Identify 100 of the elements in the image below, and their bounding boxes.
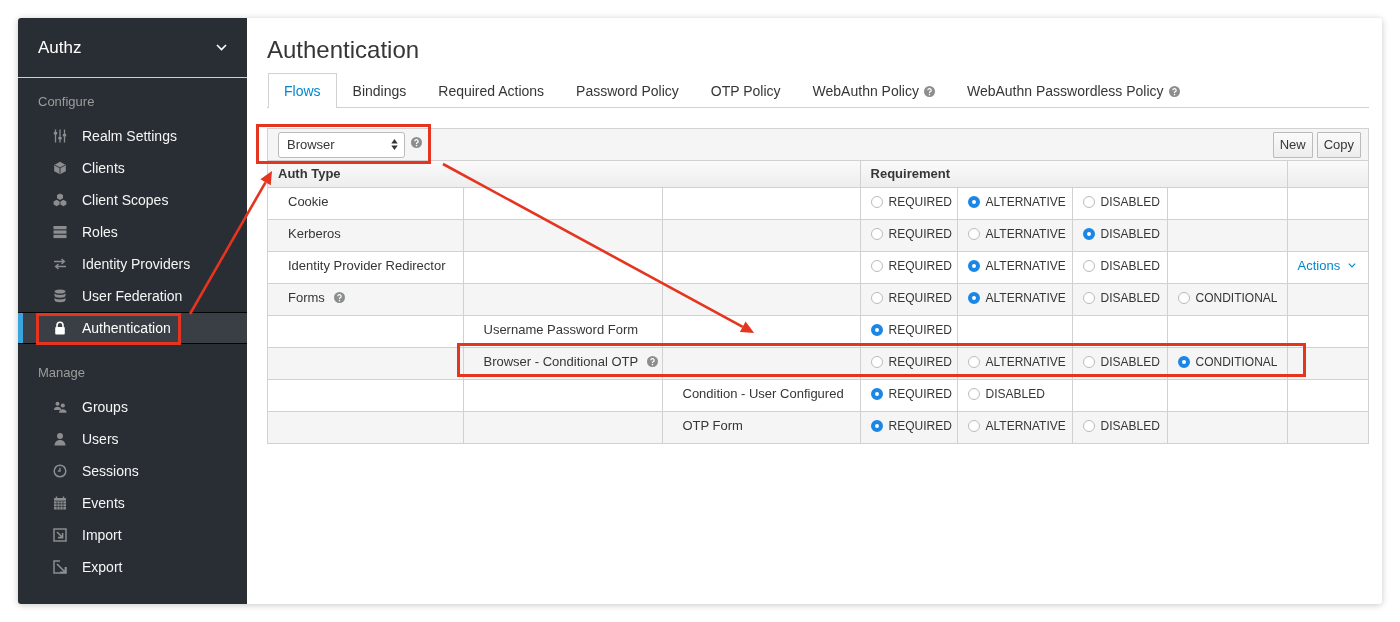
tab[interactable]: Required Actions <box>422 73 561 108</box>
sidebar-item[interactable]: Sessions <box>18 455 247 487</box>
sidebar-item[interactable]: Client Scopes <box>18 184 247 216</box>
sidebar-item[interactable]: Users <box>18 423 247 455</box>
radio-button[interactable] <box>1082 195 1095 208</box>
section-heading: Manage <box>37 364 86 382</box>
radio-label: REQUIRED <box>888 386 952 401</box>
tab[interactable]: OTP Policy <box>694 73 797 108</box>
radio-button[interactable] <box>870 355 883 368</box>
flow-select[interactable]: Browser <box>278 131 405 158</box>
radio-label: DISABLED <box>1100 194 1160 209</box>
section-heading: Configure <box>37 93 96 111</box>
toolbar-button[interactable]: Copy <box>1316 131 1361 158</box>
database-icon <box>53 289 67 303</box>
help-icon[interactable] <box>1168 85 1180 97</box>
radio-label: DISABLED <box>1100 290 1160 305</box>
radio-button[interactable] <box>1177 355 1190 368</box>
radio-label: ALTERNATIVE <box>985 194 1066 209</box>
sidebar-item[interactable]: Clients <box>18 152 247 184</box>
radio-button[interactable] <box>870 387 883 400</box>
radio-button[interactable] <box>870 419 883 432</box>
help-icon[interactable] <box>411 136 422 148</box>
sidebar-item[interactable]: Roles <box>18 216 247 248</box>
radio-button[interactable] <box>1082 259 1095 272</box>
tab[interactable]: Bindings <box>336 73 423 108</box>
radio-button[interactable] <box>870 195 883 208</box>
help-icon[interactable] <box>333 291 345 303</box>
flow-step-name: Kerberos <box>288 225 341 241</box>
radio-label: ALTERNATIVE <box>985 354 1066 369</box>
radio-label: REQUIRED <box>888 418 952 433</box>
radio-label: REQUIRED <box>888 322 952 337</box>
flow-step-name: Browser - Conditional OTP <box>483 353 639 369</box>
sidebar-item[interactable]: User Federation <box>18 280 247 312</box>
radio-label: ALTERNATIVE <box>985 418 1066 433</box>
radio-button[interactable] <box>967 259 980 272</box>
stacked-bars-icon <box>53 225 67 239</box>
radio-label: CONDITIONAL <box>1195 354 1278 369</box>
radio-button[interactable] <box>967 355 980 368</box>
exchange-arrows-icon <box>53 257 67 271</box>
radio-button[interactable] <box>1082 291 1095 304</box>
radio-label: REQUIRED <box>888 354 952 369</box>
sidebar-item[interactable]: Import <box>18 519 247 551</box>
chevron-down-icon <box>1348 262 1357 268</box>
sidebar-item[interactable]: Realm Settings <box>18 120 247 152</box>
square-arrow-out-icon <box>53 560 67 574</box>
users-icon <box>53 400 67 414</box>
flow-step-name: Condition - User Configured <box>682 385 844 401</box>
realm-selector[interactable]: Authz <box>18 18 247 78</box>
flow-step-name: Forms <box>288 289 325 305</box>
clock-icon <box>53 464 67 478</box>
radio-button[interactable] <box>967 419 980 432</box>
help-icon[interactable] <box>923 85 935 97</box>
page-title: Authentication <box>267 35 420 65</box>
radio-button[interactable] <box>1177 291 1190 304</box>
sidebar-item[interactable]: Export <box>18 551 247 583</box>
radio-button[interactable] <box>1082 355 1095 368</box>
radio-label: REQUIRED <box>888 194 952 209</box>
radio-button[interactable] <box>1082 227 1095 240</box>
tab[interactable]: Password Policy <box>560 73 695 108</box>
radio-button[interactable] <box>967 291 980 304</box>
radio-label: DISABLED <box>985 386 1045 401</box>
radio-label: REQUIRED <box>888 258 952 273</box>
radio-label: DISABLED <box>1100 258 1160 273</box>
calendar-icon <box>53 496 67 510</box>
user-icon <box>53 432 67 446</box>
updown-caret-icon <box>391 139 398 150</box>
column-header: Requirement <box>860 161 1288 187</box>
radio-label: DISABLED <box>1100 354 1160 369</box>
radio-label: ALTERNATIVE <box>985 226 1066 241</box>
radio-label: ALTERNATIVE <box>985 290 1066 305</box>
sliders-icon <box>53 129 67 143</box>
radio-button[interactable] <box>870 259 883 272</box>
flow-step-name: Username Password Form <box>483 321 639 337</box>
radio-button[interactable] <box>967 195 980 208</box>
radio-label: CONDITIONAL <box>1195 290 1278 305</box>
cubes-icon <box>53 193 67 207</box>
radio-label: REQUIRED <box>888 226 952 241</box>
radio-label: DISABLED <box>1100 418 1160 433</box>
radio-label: ALTERNATIVE <box>985 258 1066 273</box>
flow-step-name: Cookie <box>288 193 329 209</box>
tab[interactable]: Flows <box>268 73 337 108</box>
sidebar-item[interactable]: Events <box>18 487 247 519</box>
radio-label: DISABLED <box>1100 226 1160 241</box>
flow-step-name: OTP Form <box>682 417 743 433</box>
toolbar-button[interactable]: New <box>1272 131 1313 158</box>
radio-label: REQUIRED <box>888 290 952 305</box>
radio-button[interactable] <box>870 227 883 240</box>
radio-button[interactable] <box>967 387 980 400</box>
radio-button[interactable] <box>870 323 883 336</box>
flow-step-name: Identity Provider Redirector <box>288 257 446 273</box>
radio-button[interactable] <box>967 227 980 240</box>
radio-button[interactable] <box>870 291 883 304</box>
cube-icon <box>53 161 67 175</box>
tab[interactable]: WebAuthn Policy <box>796 73 951 108</box>
sidebar-item[interactable]: Groups <box>18 391 247 423</box>
tab[interactable]: WebAuthn Passwordless Policy <box>950 73 1196 108</box>
radio-button[interactable] <box>1082 419 1095 432</box>
help-icon[interactable] <box>647 355 659 367</box>
square-arrow-in-icon <box>53 528 67 542</box>
sidebar-item[interactable]: Identity Providers <box>18 248 247 280</box>
